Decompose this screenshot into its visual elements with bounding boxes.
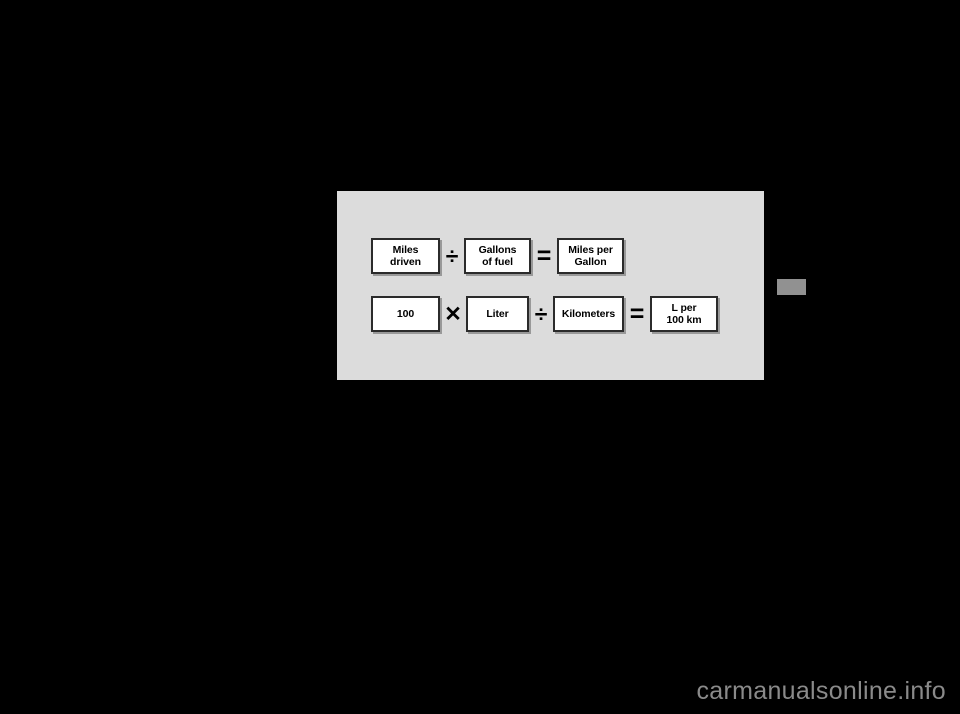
term-box-miles-driven: Miles driven [371,238,440,274]
term-line-2: of fuel [482,256,513,268]
equals-icon: = [629,299,645,328]
term-line-1: 100 [396,307,415,320]
term-box-kilometers: Kilometers [553,296,624,332]
formula-row-liters-per-100km: 100 ✕ Liter ÷ Kilometers = L per 100 km [371,296,718,332]
formula-row-miles-per-gallon: Miles driven ÷ Gallons of fuel = Miles p… [371,238,624,274]
term-box-one-hundred: 100 [371,296,440,332]
divide-icon: ÷ [445,242,459,269]
fuel-economy-formula-figure: Miles driven ÷ Gallons of fuel = Miles p… [337,191,764,380]
term-box-gallons-of-fuel: Gallons of fuel [464,238,531,274]
page-edge-tab [777,279,806,295]
term-line-1: Miles [392,243,419,256]
divide-icon: ÷ [534,300,548,327]
term-line-2: driven [390,256,421,268]
term-line-1: Kilometers [561,307,616,320]
term-box-miles-per-gallon: Miles per Gallon [557,238,624,274]
multiply-icon: ✕ [444,302,462,326]
term-line-2: Gallon [574,256,607,268]
term-box-liter: Liter [466,296,529,332]
term-box-liters-per-100km: L per 100 km [650,296,718,332]
watermark-text: carmanualsonline.info [696,677,946,705]
term-line-1: Liter [486,307,509,320]
term-line-2: 100 km [666,314,702,326]
equals-icon: = [536,241,552,270]
term-line-1: Gallons [478,243,517,256]
term-line-1: Miles per [568,243,613,256]
term-line-1: L per [671,301,697,314]
